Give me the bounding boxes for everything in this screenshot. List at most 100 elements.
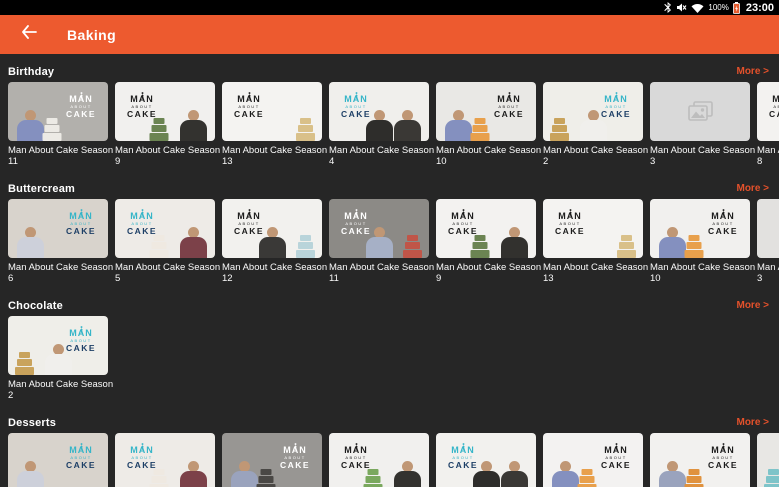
- man-about-cake-logo: MAN ABOUT CAKE: [119, 204, 165, 236]
- video-card[interactable]: MAN ABOUT CAKE Man About Cake Season 2: [543, 82, 648, 167]
- video-card[interactable]: MAN ABOUT CAKE Man About Cake Season 13: [222, 82, 327, 167]
- video-title-text: Man About Cake Season: [222, 262, 328, 273]
- logo-word-man: MAN: [69, 94, 93, 104]
- more-link[interactable]: More >: [736, 66, 769, 77]
- person-figure-icon: [507, 87, 512, 99]
- video-card[interactable]: Man About Cake Season 3: [757, 199, 779, 284]
- video-card[interactable]: MAN ABOUT CAKE Man About Cake Season: [8, 433, 108, 487]
- logo-word-cake: CAKE: [707, 226, 739, 236]
- video-season-number: 2: [543, 156, 549, 167]
- video-title-text: Man About Cake Season: [436, 145, 542, 156]
- video-card[interactable]: MAN ABOUT CAKE Man About Cake Season: [222, 433, 322, 487]
- video-season-number: 10: [650, 273, 661, 284]
- person-figure-icon: [614, 438, 619, 450]
- video-season-number: 9: [115, 156, 121, 167]
- man-about-cake-logo: MAN ABOUT CAKE: [486, 87, 532, 119]
- video-thumbnail: MAN ABOUT CAKE: [8, 82, 108, 141]
- cake-photo: [149, 235, 169, 258]
- video-card[interactable]: MAN ABOUT CAKE Man About Cake Season: [436, 433, 536, 487]
- person-photo: [657, 227, 687, 258]
- video-card[interactable]: MAN ABOUT CAKE Man About Cake Season 6: [8, 199, 113, 284]
- video-title-text: Man About Cake Season: [8, 379, 114, 390]
- person-figure-icon: [461, 204, 466, 216]
- person-photo: [657, 461, 687, 487]
- person-photo: [229, 461, 259, 487]
- video-season-number: 3: [650, 156, 656, 167]
- logo-word-man: MAN: [69, 211, 93, 221]
- logo-word-cake: CAKE: [707, 460, 739, 470]
- logo-word-man: MAN: [130, 211, 154, 221]
- section-title: Birthday: [8, 65, 55, 78]
- video-card[interactable]: Man About Cake Season 3: [650, 82, 755, 167]
- video-card[interactable]: MAN ABOUT CAKE Man About Cake Season 9: [115, 82, 220, 167]
- video-thumbnail: MAN ABOUT CAKE: [8, 199, 108, 258]
- logo-word-cake: CAKE: [554, 226, 586, 236]
- cake-photo: [764, 469, 779, 487]
- person-figure-icon: [140, 87, 145, 99]
- video-card[interactable]: MAN ABOUT CAKE Man About Cake Season: [650, 433, 750, 487]
- status-time: 23:00: [745, 1, 774, 14]
- more-link[interactable]: More >: [736, 417, 769, 428]
- video-card[interactable]: MAN ABOUT CAKE Man About Cake Season 13: [543, 199, 648, 284]
- video-title: Man About Cake Season 10: [436, 145, 542, 167]
- video-card[interactable]: MAN ABOUT CAKE Man About Cake Season: [115, 433, 215, 487]
- video-card[interactable]: MAN ABOUT CAKE Man About Cake Season 9: [436, 199, 542, 284]
- video-thumbnail: MAN ABOUT CAKE: [436, 82, 536, 141]
- wifi-icon: [691, 3, 704, 13]
- cake-photo: [470, 235, 490, 258]
- logo-word-cake: CAKE: [768, 109, 779, 119]
- video-card[interactable]: Man About Cake Season: [757, 433, 779, 487]
- video-card[interactable]: MAN ABOUT CAKE Man About Cake Season 10: [436, 82, 542, 167]
- category-section: Buttercream More > MAN ABOUT CAKE Man Ab…: [8, 182, 779, 284]
- video-card[interactable]: MAN ABOUT CAKE Man About Cake Season: [543, 433, 643, 487]
- video-title: Man About Cake Season 3: [650, 145, 755, 167]
- section-header: Birthday More >: [8, 65, 779, 78]
- video-season-number: 11: [8, 156, 18, 167]
- person-figure-icon: [721, 204, 726, 216]
- bluetooth-icon: [664, 2, 672, 13]
- video-thumbnail: MAN ABOUT CAKE: [650, 199, 750, 258]
- video-card[interactable]: MAN ABOUT CAKE Man About Cake Season: [329, 433, 429, 487]
- more-link[interactable]: More >: [736, 183, 769, 194]
- video-season-number: 5: [115, 273, 121, 284]
- logo-word-man: MAN: [604, 445, 628, 455]
- person-photo: [578, 110, 608, 141]
- video-title-text: Man About Cake Season: [757, 262, 779, 273]
- man-about-cake-logo: MAN ABOUT CAKE: [58, 87, 104, 119]
- person-figure-icon: [79, 87, 84, 99]
- video-card[interactable]: MAN ABOUT CAKE Man About Cake Season 4: [329, 82, 435, 167]
- video-season-number: 13: [222, 156, 233, 167]
- video-card[interactable]: MAN ABOUT CAKE Man About Cake Season 10: [650, 199, 755, 284]
- man-about-cake-logo: MAN ABOUT CAKE: [700, 204, 746, 236]
- back-button[interactable]: [17, 23, 41, 47]
- app-bar: Baking: [0, 15, 779, 54]
- person-figure-icon: [79, 438, 84, 450]
- video-thumbnail: MAN ABOUT CAKE: [543, 199, 643, 258]
- page-title: Baking: [67, 26, 117, 43]
- cake-photo: [617, 235, 636, 258]
- cake-photo: [296, 118, 315, 141]
- video-thumbnail: [650, 82, 750, 141]
- logo-word-man: MAN: [344, 445, 368, 455]
- battery-charging-icon: [732, 1, 740, 14]
- video-card[interactable]: MAN ABOUT CAKE Man About Cake Season 5: [115, 199, 220, 284]
- logo-word-man: MAN: [69, 445, 93, 455]
- person-figure-icon: [247, 87, 252, 99]
- video-card[interactable]: MAN ABOUT CAKE Man About Cake Season 11: [329, 199, 434, 284]
- video-card[interactable]: MAN ABOUT CAKE Man About Cake Season 8: [757, 82, 779, 167]
- video-thumbnail: MAN ABOUT CAKE: [329, 199, 429, 258]
- video-title-text: Man About Cake Season: [329, 145, 435, 156]
- section-title: Desserts: [8, 416, 57, 429]
- person-figure-icon: [614, 87, 619, 99]
- man-about-cake-logo: MAN ABOUT CAKE: [226, 87, 272, 119]
- video-card[interactable]: MAN ABOUT CAKE Man About Cake Season 2: [8, 316, 114, 401]
- video-card[interactable]: MAN ABOUT CAKE Man About Cake Season 11: [8, 82, 113, 167]
- video-title-text: Man About Cake Season: [436, 262, 542, 273]
- person-photo: [178, 110, 208, 141]
- more-link[interactable]: More >: [736, 300, 769, 311]
- cake-photo: [470, 118, 490, 141]
- video-title: Man About Cake Season 11: [329, 262, 434, 284]
- video-thumbnail: [757, 199, 779, 258]
- video-card[interactable]: MAN ABOUT CAKE Man About Cake Season 12: [222, 199, 328, 284]
- person-photo: [15, 110, 45, 141]
